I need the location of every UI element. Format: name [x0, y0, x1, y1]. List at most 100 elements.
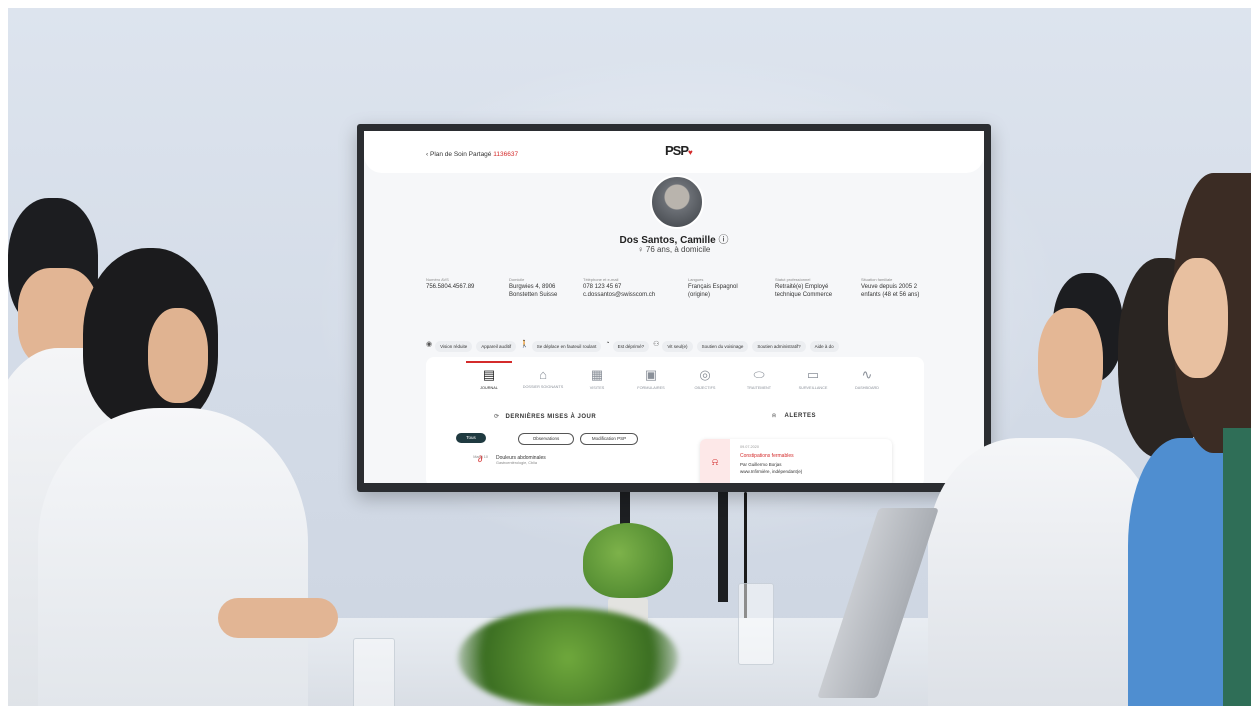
info-label: Langues: [688, 277, 704, 282]
eye-icon: ◉: [426, 340, 433, 348]
walking-icon: 🚶: [520, 340, 529, 348]
pills-icon: ⬭: [753, 367, 765, 382]
info-value: Burgwies 4, 8906 Bonstetten Suisse: [509, 284, 558, 298]
refresh-icon: ⟳: [494, 414, 500, 420]
alerts-title: ALERTES: [784, 413, 816, 419]
tab-traitement[interactable]: ⬭ TRAITEMENT: [736, 363, 782, 401]
alerts-heading: ⍾ ALERTES: [772, 413, 816, 420]
info-label: Domicile: [509, 277, 525, 282]
back-link[interactable]: ‹ Plan de Soin Partagé 1136637: [426, 151, 518, 158]
blurred-plant: [458, 608, 678, 706]
tab-label: JOURNAL: [480, 386, 498, 390]
calendar-icon: ▦: [590, 367, 604, 382]
info-avs: Numéro AVS 756.5804.4567.89: [426, 277, 506, 291]
alert-date: 09.07.2020: [740, 445, 760, 449]
patient-age: ♀ 76 ans, à domicile: [637, 245, 711, 254]
journal-icon: ▤: [482, 367, 496, 382]
tab-dossier[interactable]: ⌂ DOSSIER SOIGNANTS: [520, 363, 566, 401]
logo-text: PSP: [665, 143, 689, 158]
tab-bar: ▤ JOURNAL ⌂ DOSSIER SOIGNANTS ▦ VISITES ▣ FO…: [444, 361, 904, 401]
scrubs: [1223, 428, 1251, 706]
chevron-left-icon: ‹: [426, 151, 429, 158]
tab-objectifs[interactable]: ◎ OBJECTIFS: [682, 363, 728, 401]
person-face: [148, 308, 208, 403]
info-label: Statut professionnel: [775, 277, 811, 282]
tab-surveillance[interactable]: ▭ SURVEILLANCE: [790, 363, 836, 401]
tv-monitor: ‹ Plan de Soin Partagé 1136637 PSP♥ Dos …: [357, 124, 991, 492]
update-item[interactable]: Mardi 10 ∂ Douleurs abdominales Gastroen…: [473, 454, 546, 465]
water-glass: [738, 583, 774, 665]
info-contact: Téléphone et e-mail 078 123 45 67 c.dossa…: [583, 277, 669, 299]
meeting-room-photo: ‹ Plan de Soin Partagé 1136637 PSP♥ Dos …: [8, 8, 1251, 706]
updates-heading: ⟳ DERNIÈRES MISES À JOUR: [494, 413, 596, 420]
updates-title: DERNIÈRES MISES À JOUR: [505, 414, 597, 420]
chip[interactable]: Aide à do: [809, 341, 839, 352]
plant: [583, 523, 673, 598]
chip[interactable]: Vit seul(e): [662, 341, 693, 352]
tab-label: OBJECTIFS: [694, 386, 716, 390]
tab-label: TRAITEMENT: [746, 386, 772, 390]
person-face: [1038, 308, 1103, 418]
building-icon: ⌂: [539, 367, 547, 382]
alert-card[interactable]: ⍾ 09.07.2020 Constipations fermables Par…: [700, 439, 892, 483]
info-value: Veuve depuis 2005 2 enfants (48 et 56 an…: [861, 284, 920, 298]
info-value: 756.5804.4567.89: [426, 284, 475, 290]
bell-icon: ⍾: [772, 413, 777, 419]
alert-bell-icon: ⍾: [700, 439, 730, 483]
filter-observations-button[interactable]: Observations: [518, 433, 574, 445]
alert-note: www.Infirmière, indépendant(e): [740, 469, 803, 474]
filter-psp-button[interactable]: Modification PSP: [580, 433, 638, 445]
info-statut: Statut professionnel Retraité(e) Employé …: [775, 277, 845, 299]
chip[interactable]: Vision réduite: [435, 341, 473, 352]
target-icon: ◎: [699, 367, 711, 382]
chip[interactable]: Se déplace en fauteuil roulant: [531, 341, 602, 352]
tab-label: DOSSIER SOIGNANTS: [522, 385, 564, 389]
info-famille: Situation familiale Veuve depuis 2005 2 e…: [861, 277, 933, 299]
tab-dashboard[interactable]: ∿ DASHBOARD: [844, 363, 890, 401]
alert-title: Constipations fermables: [740, 453, 794, 459]
alert-author: Par Guillermo Borjas: [740, 462, 782, 467]
event-subtitle: Gastroentérologie, Cblia: [496, 461, 537, 465]
monitor-icon: ▭: [806, 367, 820, 382]
tv-screen: ‹ Plan de Soin Partagé 1136637 PSP♥ Dos …: [364, 131, 984, 483]
chip[interactable]: Soutien administratif?: [752, 341, 806, 352]
back-label: Plan de Soin Partagé: [429, 151, 492, 158]
form-icon: ▣: [644, 367, 658, 382]
tab-label: SURVEILLANCE: [798, 386, 828, 390]
people-icon: ⚇: [653, 340, 660, 348]
doctor-coat: [38, 408, 308, 706]
tv-stand-right: [718, 492, 728, 602]
info-value: Retraité(e) Employé technique Commerce: [775, 284, 833, 298]
psp-logo: PSP♥: [665, 143, 693, 158]
pulse-icon: ∿: [861, 367, 873, 382]
info-label: Téléphone et e-mail: [583, 277, 619, 282]
hand: [218, 598, 338, 638]
tab-journal[interactable]: ▤ JOURNAL: [466, 363, 512, 401]
tab-visites[interactable]: ▦ VISITES: [574, 363, 620, 401]
info-label: Situation familiale: [861, 277, 893, 282]
chip[interactable]: Soutien du voisinage: [696, 341, 749, 352]
patient-name-row: Dos Santos, Camille ⓘ: [364, 231, 984, 246]
info-domicile: Domicile Burgwies 4, 8906 Bonstetten Suis…: [509, 277, 579, 299]
doctor-coat: [928, 438, 1158, 706]
stomach-icon: ∂: [478, 454, 483, 464]
chip[interactable]: Est déprimé?: [612, 341, 650, 352]
content-card: ▤ JOURNAL ⌂ DOSSIER SOIGNANTS ▦ VISITES ▣ FO…: [426, 357, 924, 483]
back-id: 1136637: [493, 151, 519, 158]
info-value: Français Espagnol (origine): [688, 284, 738, 298]
person-face: [1168, 258, 1228, 378]
tab-formulaires[interactable]: ▣ FORMULAIRES: [628, 363, 674, 401]
app-header: ‹ Plan de Soin Partagé 1136637 PSP♥: [364, 131, 984, 173]
info-langues: Langues Français Espagnol (origine): [688, 277, 758, 299]
info-label: Numéro AVS: [426, 277, 449, 282]
patient-tags: ◉ Vision réduite Appareil auditif 🚶 Se dépla…: [426, 335, 984, 352]
info-value: 078 123 45 67 c.dossantos@swisscom.ch: [583, 284, 656, 298]
heart-icon: ♥: [688, 148, 693, 157]
water-glass: [353, 638, 395, 706]
filter-all-button[interactable]: Tous: [456, 433, 486, 443]
tab-label: DASHBOARD: [854, 386, 880, 390]
chip[interactable]: Appareil auditif: [476, 341, 517, 352]
tab-label: VISITES: [589, 386, 605, 390]
patient-avatar: [650, 175, 704, 229]
tab-label: FORMULAIRES: [637, 386, 665, 390]
